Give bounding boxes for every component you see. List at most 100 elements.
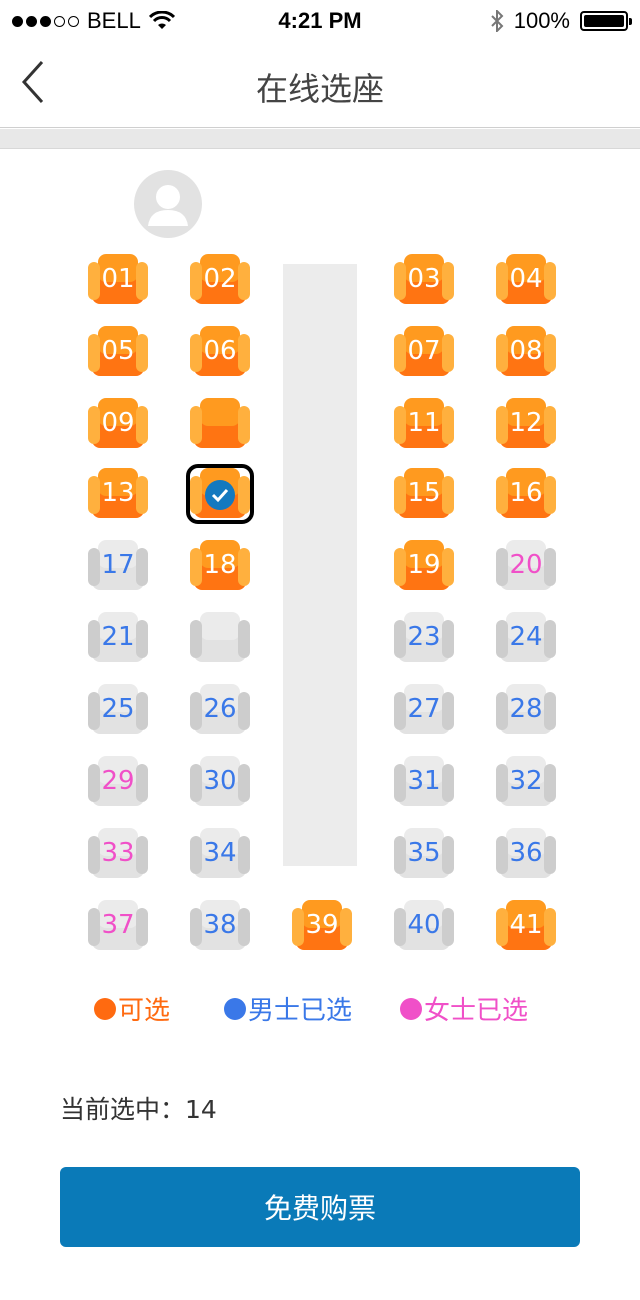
current-selection-label: 当前选中： <box>60 1095 186 1124</box>
nav-bar: 在线选座 <box>0 40 640 128</box>
seat-number: 32 <box>509 766 543 796</box>
checkmark-icon <box>205 480 235 510</box>
legend: 可选 男士已选 女士已选 <box>94 990 594 1030</box>
header-divider <box>0 129 640 149</box>
seat-number: 11 <box>407 408 441 438</box>
legend-female: 女士已选 <box>400 990 528 1027</box>
seat-number: 13 <box>101 478 135 508</box>
seat-18[interactable]: 18 <box>190 540 250 592</box>
seat-number: 31 <box>407 766 441 796</box>
seat-number: 36 <box>509 838 543 868</box>
seat-number: 17 <box>101 550 135 580</box>
seat-2[interactable]: 02 <box>190 254 250 306</box>
seat-number: 34 <box>203 838 237 868</box>
current-selection-value: 14 <box>185 1095 217 1124</box>
seat-19[interactable]: 19 <box>394 540 454 592</box>
seat-number: 25 <box>101 694 135 724</box>
seat-number: 18 <box>203 550 237 580</box>
legend-female-label: 女士已选 <box>424 996 529 1026</box>
seat-37: 37 <box>88 900 148 952</box>
seat-number: 40 <box>407 910 441 940</box>
seat-33: 33 <box>88 828 148 880</box>
seat-number: 07 <box>407 336 441 366</box>
seat-6[interactable]: 06 <box>190 326 250 378</box>
seat-number: 21 <box>101 622 135 652</box>
seat-17: 17 <box>88 540 148 592</box>
seat-23: 23 <box>394 612 454 664</box>
seat-number: 41 <box>509 910 543 940</box>
seat-32: 32 <box>496 756 556 808</box>
seat-number: 23 <box>407 622 441 652</box>
seat-number: 06 <box>203 336 237 366</box>
seat-26: 26 <box>190 684 250 736</box>
seat-29: 29 <box>88 756 148 808</box>
seat-8[interactable]: 08 <box>496 326 556 378</box>
seat-number: 02 <box>203 264 237 294</box>
driver-avatar-icon <box>134 170 202 238</box>
seat-11[interactable]: 11 <box>394 398 454 450</box>
seat-number: 33 <box>101 838 135 868</box>
seat-12[interactable]: 12 <box>496 398 556 450</box>
seat-35: 35 <box>394 828 454 880</box>
seat-36: 36 <box>496 828 556 880</box>
battery-percent: 100% <box>513 8 570 33</box>
seat-number: 37 <box>101 910 135 940</box>
seat-number: 35 <box>407 838 441 868</box>
seat-number: 20 <box>509 550 543 580</box>
seat-number: 39 <box>305 910 339 940</box>
seat-41[interactable]: 41 <box>496 900 556 952</box>
seat-number: 12 <box>509 408 543 438</box>
seat-number: 19 <box>407 550 441 580</box>
seat-31: 31 <box>394 756 454 808</box>
seat-1[interactable]: 01 <box>88 254 148 306</box>
seat-number: 04 <box>509 264 543 294</box>
page-title: 在线选座 <box>255 70 384 108</box>
seat-number: 15 <box>407 478 441 508</box>
seat-15[interactable]: 15 <box>394 468 454 520</box>
seat-number: 30 <box>203 766 237 796</box>
seat-number: 08 <box>509 336 543 366</box>
seat-number: 38 <box>203 910 237 940</box>
seat-14[interactable] <box>186 464 254 524</box>
seat-number: 26 <box>203 694 237 724</box>
seat-13[interactable]: 13 <box>88 468 148 520</box>
seat-9[interactable]: 09 <box>88 398 148 450</box>
seat-16[interactable]: 16 <box>496 468 556 520</box>
seat-34: 34 <box>190 828 250 880</box>
seat-10[interactable] <box>190 398 250 450</box>
seat-number: 29 <box>101 766 135 796</box>
seat-number: 28 <box>509 694 543 724</box>
seat-number: 09 <box>101 408 135 438</box>
seat-22 <box>190 612 250 664</box>
status-right: 100% <box>490 8 632 34</box>
seat-4[interactable]: 04 <box>496 254 556 306</box>
seat-5[interactable]: 05 <box>88 326 148 378</box>
aisle <box>283 264 357 866</box>
seat-40: 40 <box>394 900 454 952</box>
current-selection: 当前选中：14 <box>60 1090 217 1126</box>
buy-ticket-button[interactable]: 免费购票 <box>60 1167 580 1247</box>
legend-available-label: 可选 <box>118 996 171 1026</box>
bluetooth-icon <box>491 10 504 32</box>
seat-20: 20 <box>496 540 556 592</box>
seat-number: 03 <box>407 264 441 294</box>
status-bar: BELL 4:21 PM 100% <box>0 0 640 40</box>
seat-27: 27 <box>394 684 454 736</box>
seat-number: 24 <box>509 622 543 652</box>
seat-21: 21 <box>88 612 148 664</box>
female-dot-icon <box>400 997 422 1020</box>
seat-28: 28 <box>496 684 556 736</box>
seat-30: 30 <box>190 756 250 808</box>
seat-number: 05 <box>101 336 135 366</box>
seat-number: 16 <box>509 478 543 508</box>
seat-7[interactable]: 07 <box>394 326 454 378</box>
seat-number: 27 <box>407 694 441 724</box>
seat-39[interactable]: 39 <box>292 900 352 952</box>
seat-38: 38 <box>190 900 250 952</box>
seat-number: 01 <box>101 264 135 294</box>
battery-icon <box>580 11 632 31</box>
seat-24: 24 <box>496 612 556 664</box>
legend-male: 男士已选 <box>224 990 352 1027</box>
male-dot-icon <box>224 997 246 1020</box>
seat-3[interactable]: 03 <box>394 254 454 306</box>
